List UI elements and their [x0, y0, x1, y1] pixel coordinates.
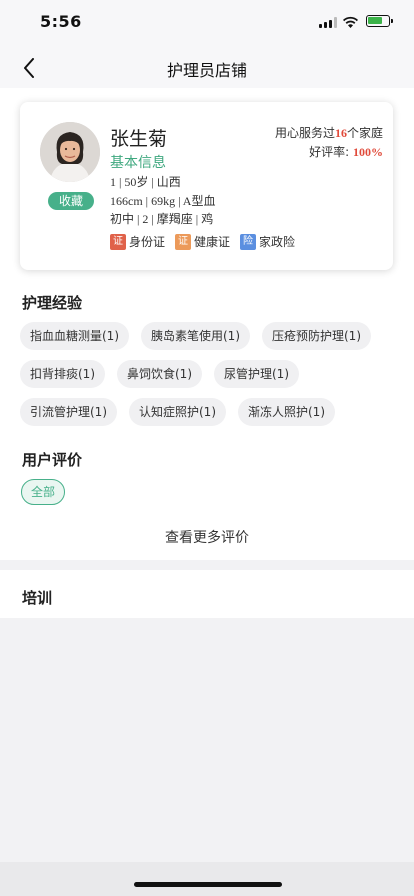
caregiver-profile-card: 收藏 张生菊 基本信息 1 | 50岁 | 山西 166cm | 69kg | … [20, 102, 393, 270]
info-line-body: 166cm | 69kg | A型血 [110, 194, 216, 208]
insurance-badge-icon: 险 [240, 233, 257, 250]
positive-rating: 好评率: 100% [309, 143, 383, 160]
experience-section-title: 护理经验 [22, 294, 83, 312]
rating-label: 好评率: [309, 145, 350, 159]
info-line-age-origin: 1 | 50岁 | 山西 [110, 175, 181, 189]
certificate-label: 身份证 [129, 235, 166, 249]
served-prefix: 用心服务过 [274, 126, 335, 140]
certificate-badge-icon: 证 [110, 233, 126, 250]
certificate-list: 证 身份证 证 健康证 险 家政险 [110, 233, 295, 250]
cellular-signal-icon [319, 17, 337, 28]
served-suffix: 个家庭 [346, 126, 383, 140]
experience-tag: 胰岛素笔使用(1) [141, 322, 250, 350]
certificate-label: 家政险 [259, 235, 296, 249]
reviews-section-title: 用户评价 [22, 451, 83, 469]
certificate-id-card: 证 身份证 [110, 233, 165, 250]
caregiver-name: 张生菊 [110, 128, 168, 150]
experience-tag: 渐冻人照护(1) [238, 398, 335, 426]
wifi-icon [342, 14, 359, 28]
tag-row: 指血血糖测量(1) 胰岛素笔使用(1) 压疮预防护理(1) [20, 322, 400, 350]
home-indicator[interactable] [134, 882, 282, 887]
training-section-title: 培训 [22, 589, 53, 607]
status-time: 5:56 [40, 12, 82, 31]
experience-tag: 引流管护理(1) [20, 398, 117, 426]
certificate-label: 健康证 [194, 235, 231, 249]
experience-tag: 鼻饲饮食(1) [117, 360, 202, 388]
certificate-insurance: 险 家政险 [240, 233, 295, 250]
basic-info-link[interactable]: 基本信息 [110, 152, 166, 172]
experience-tag: 认知症照护(1) [129, 398, 226, 426]
main-content: 收藏 张生菊 基本信息 1 | 50岁 | 山西 166cm | 69kg | … [0, 88, 414, 560]
tag-row: 引流管护理(1) 认知症照护(1) 渐冻人照护(1) [20, 398, 400, 426]
page-title: 护理员店铺 [166, 61, 247, 80]
training-section: 培训 [0, 570, 414, 618]
navigation-bar: 护理员店铺 [0, 46, 414, 88]
battery-icon [366, 15, 393, 27]
view-more-reviews-button[interactable]: 查看更多评价 [0, 527, 414, 547]
bottom-safe-area [0, 862, 414, 896]
experience-tag: 压疮预防护理(1) [262, 322, 371, 350]
avatar [40, 122, 100, 182]
served-families: 用心服务过16个家庭 [275, 124, 383, 141]
experience-tag: 尿管护理(1) [214, 360, 299, 388]
status-bar: 5:56 [0, 0, 414, 46]
review-filter-all[interactable]: 全部 [21, 479, 65, 505]
experience-tag-list: 指血血糖测量(1) 胰岛素笔使用(1) 压疮预防护理(1) 扣背排痰(1) 鼻饲… [20, 322, 400, 436]
certificate-badge-icon: 证 [175, 233, 192, 250]
experience-tag: 扣背排痰(1) [20, 360, 105, 388]
info-line-education: 初中 | 2 | 摩羯座 | 鸡 [110, 212, 214, 226]
rating-value: 100% [353, 145, 383, 159]
favorite-button[interactable]: 收藏 [48, 192, 94, 210]
experience-tag: 指血血糖测量(1) [20, 322, 129, 350]
served-count: 16 [334, 126, 347, 140]
tag-row: 扣背排痰(1) 鼻饲饮食(1) 尿管护理(1) [20, 360, 400, 388]
certificate-health: 证 健康证 [175, 233, 230, 250]
